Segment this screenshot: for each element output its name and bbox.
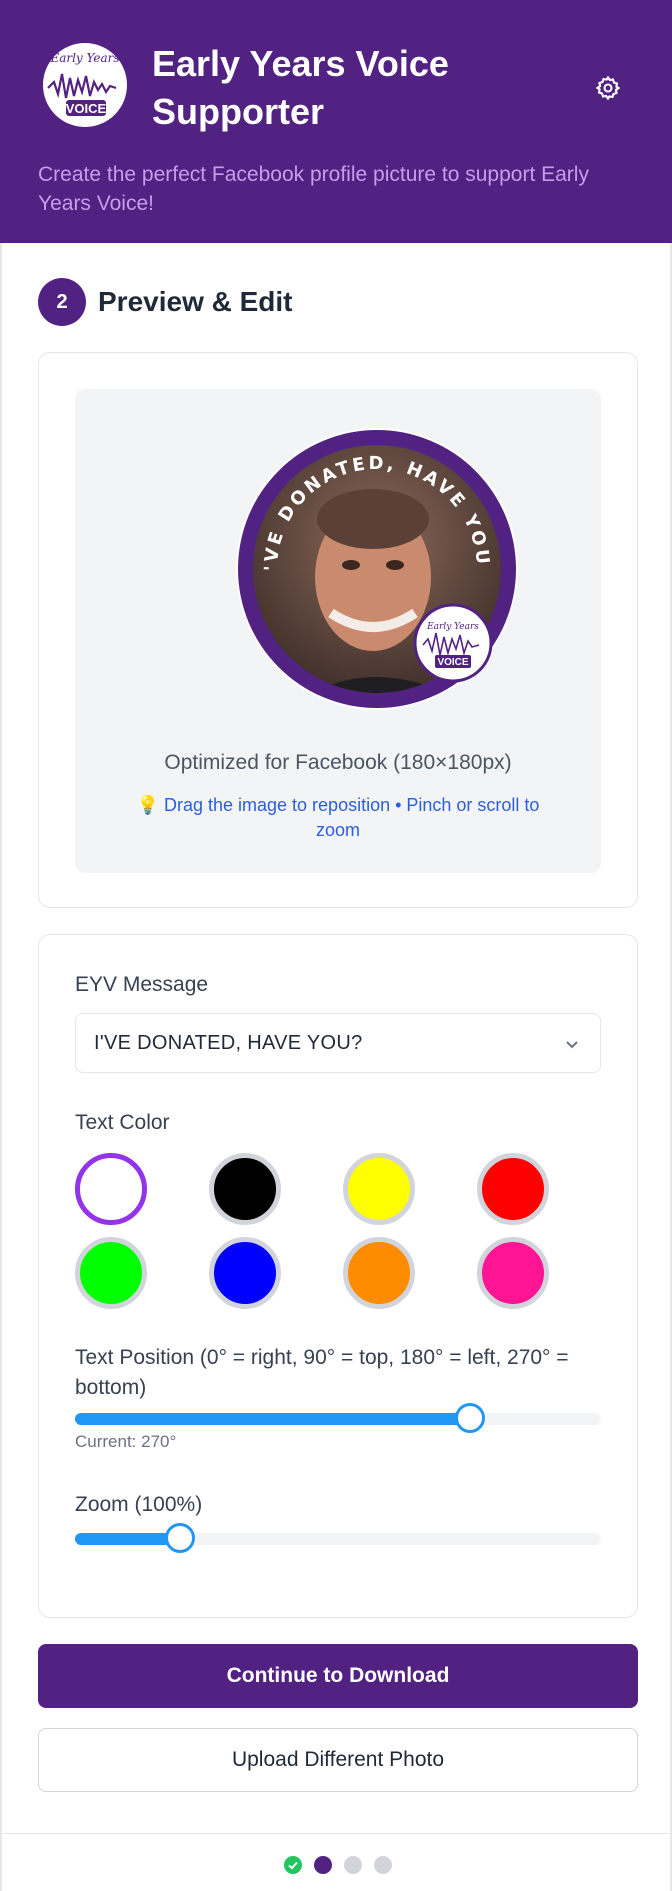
- progress-dot: [284, 1856, 302, 1874]
- badge-top-text: Early Years: [426, 622, 479, 632]
- text-color-label: Text Color: [75, 1111, 170, 1134]
- color-swatch[interactable]: [209, 1237, 281, 1309]
- footer-divider: [2, 1833, 670, 1834]
- message-select[interactable]: I'VE DONATED, HAVE YOU?: [75, 1013, 601, 1073]
- progress-dot: [344, 1856, 362, 1874]
- eyv-badge-icon: Early Years VOICE: [413, 603, 493, 683]
- color-swatch[interactable]: [75, 1237, 147, 1309]
- message-select-value: I'VE DONATED, HAVE YOU?: [94, 1032, 363, 1054]
- early-years-voice-logo: Early Years VOICE: [38, 38, 132, 132]
- controls-card: EYV Message I'VE DONATED, HAVE YOU? Text…: [38, 934, 638, 1618]
- preview-area: I'VE DONATED, HAVE YOU? Early Years VOIC…: [75, 389, 601, 873]
- message-label: EYV Message: [75, 973, 209, 996]
- position-slider[interactable]: [75, 1403, 601, 1433]
- continue-to-download-button[interactable]: Continue to Download: [38, 1644, 638, 1708]
- zoom-slider-thumb[interactable]: [165, 1523, 196, 1553]
- color-swatch[interactable]: [343, 1237, 415, 1309]
- badge-main-text: VOICE: [437, 657, 468, 668]
- lightbulb-icon: 💡: [136, 795, 159, 815]
- color-swatch[interactable]: [477, 1237, 549, 1309]
- progress-dot: [374, 1856, 392, 1874]
- settings-gear-icon[interactable]: [594, 74, 622, 102]
- color-swatch[interactable]: [343, 1153, 415, 1225]
- color-swatch[interactable]: [477, 1153, 549, 1225]
- upload-different-photo-button[interactable]: Upload Different Photo: [38, 1728, 638, 1792]
- position-slider-thumb[interactable]: [454, 1403, 485, 1433]
- hint-text: Drag the image to reposition • Pinch or …: [163, 795, 540, 840]
- app-subtitle: Create the perfect Facebook profile pict…: [38, 163, 589, 215]
- position-current: Current: 270°: [75, 1432, 177, 1451]
- zoom-label: Zoom (100%): [75, 1493, 203, 1516]
- reposition-hint: 💡 Drag the image to reposition • Pinch o…: [115, 793, 561, 843]
- step-title: Preview & Edit: [98, 286, 293, 317]
- app-title: Early Years Voice Supporter: [152, 43, 449, 132]
- color-swatch[interactable]: [75, 1153, 147, 1225]
- preview-card: I'VE DONATED, HAVE YOU? Early Years VOIC…: [38, 352, 638, 908]
- position-slider-fill: [75, 1413, 470, 1425]
- progress-dot: [314, 1856, 332, 1874]
- position-label: Text Position (0° = right, 90° = top, 18…: [75, 1346, 569, 1399]
- svg-text:Early Years: Early Years: [49, 51, 119, 65]
- step-number-badge: 2: [38, 278, 86, 326]
- svg-text:VOICE: VOICE: [66, 101, 107, 116]
- optimized-info: Optimized for Facebook (180×180px): [164, 751, 512, 774]
- app-header: Early Years VOICE Early Years Voice Supp…: [0, 0, 672, 243]
- zoom-slider[interactable]: [75, 1523, 601, 1553]
- chevron-down-icon: [562, 1034, 582, 1054]
- color-swatch[interactable]: [209, 1153, 281, 1225]
- profile-picture-preview[interactable]: I'VE DONATED, HAVE YOU? Early Years VOIC…: [228, 411, 519, 711]
